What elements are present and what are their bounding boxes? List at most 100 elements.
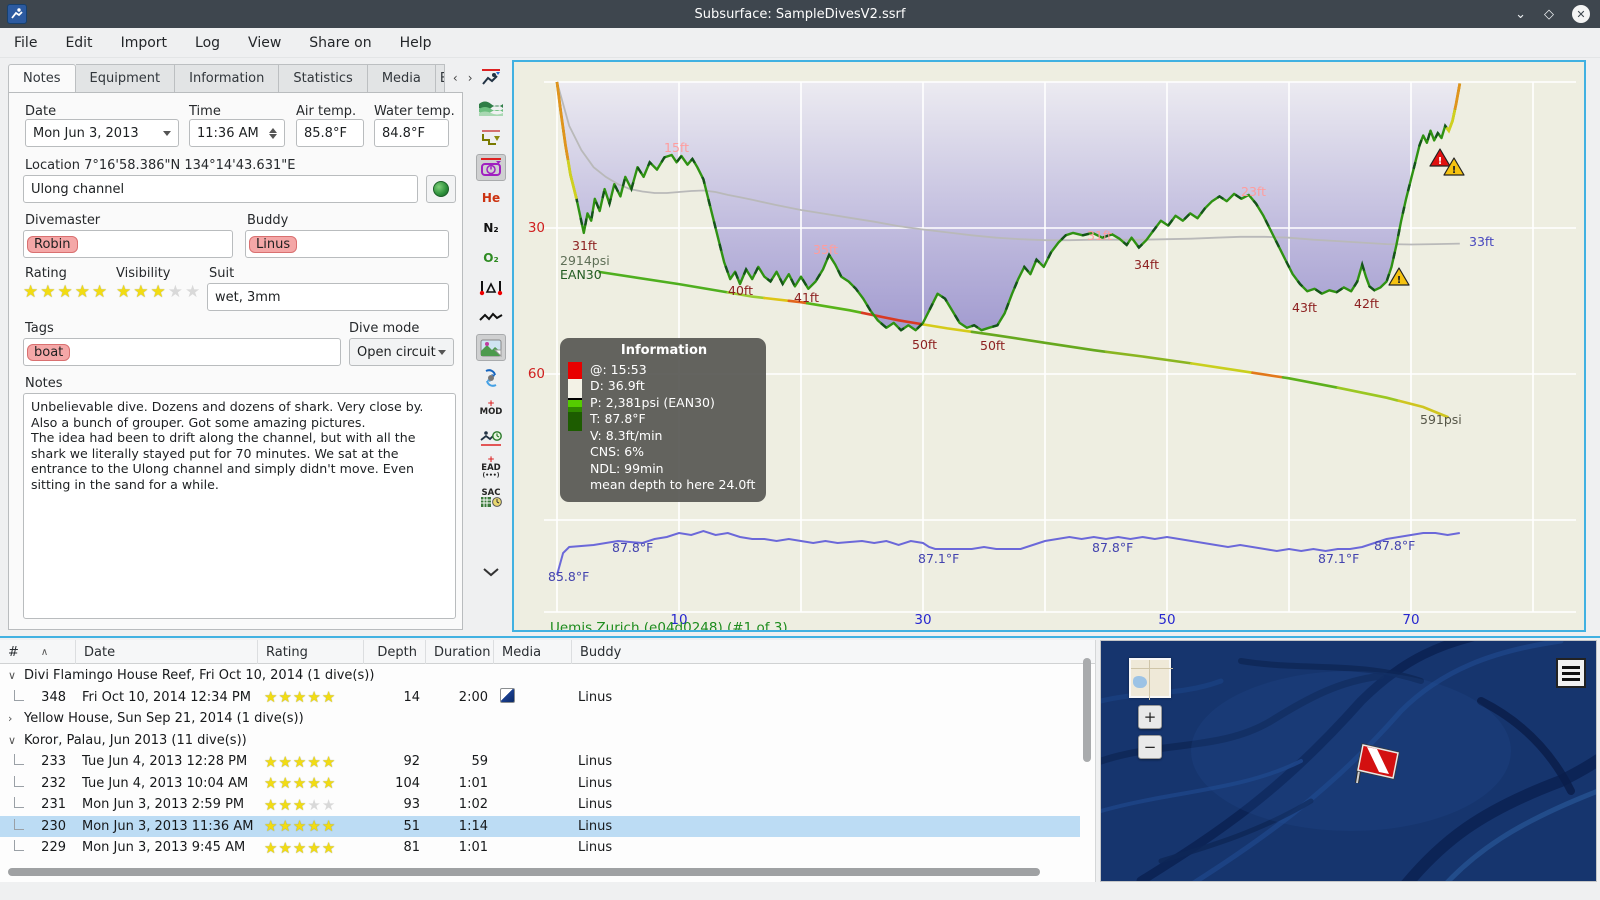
dive-list: # ∧ Date Rating Depth Duration Media Budd… (0, 640, 1096, 882)
helium-button[interactable]: He (476, 184, 506, 211)
splitter[interactable] (0, 636, 1600, 638)
photos-button[interactable] (476, 334, 506, 361)
tab-scroll-left-icon[interactable]: ‹ (453, 71, 458, 85)
time-spinner-icon[interactable] (269, 127, 277, 139)
map-zoom-out-button[interactable]: − (1138, 735, 1162, 759)
tag-boat[interactable]: boat (27, 343, 71, 361)
dive-buddy: Linus (578, 775, 613, 791)
rating-stars[interactable]: ★★★★★ (23, 282, 109, 302)
menu-file[interactable]: File (0, 31, 51, 55)
nitrogen-button[interactable]: N₂ (476, 214, 506, 241)
col-header-date[interactable]: Date (76, 640, 258, 664)
dive-depth: 51 (403, 818, 420, 834)
dive-row[interactable]: 232 Tue Jun 4, 2013 10:04 AM ★★★★★ 104 1:01 L… (0, 773, 1080, 795)
watertemp-input[interactable]: 84.8°F (374, 119, 449, 147)
dive-list-vertical-scrollbar[interactable] (1083, 658, 1091, 762)
info-box-row: @: 15:53 (590, 361, 647, 377)
buddy-tag[interactable]: Linus (249, 235, 298, 253)
menu-share-on[interactable]: Share on (295, 31, 385, 55)
maximize-icon[interactable]: ◇ (1544, 7, 1554, 22)
toolbar-collapse-button[interactable] (476, 558, 506, 585)
col-header-depth[interactable]: Depth (364, 640, 426, 664)
tags-input[interactable]: boat (23, 338, 341, 366)
tab-notes[interactable]: Notes (8, 64, 76, 92)
ruler-button[interactable] (476, 274, 506, 301)
close-icon[interactable]: ✕ (1572, 5, 1590, 23)
airtemp-input[interactable]: 85.8°F (296, 119, 364, 147)
divemode-select[interactable]: Open circuit (349, 338, 454, 366)
expand-icon[interactable]: › (8, 712, 18, 725)
dive-number: 229 (41, 840, 66, 856)
dive-row-selected[interactable]: 230 Mon Jun 3, 2013 11:36 AM ★★★★★ 51 1:14 Li… (0, 815, 1080, 837)
trip-row[interactable]: ∨ Divi Flamingo House Reef, Fri Oct 10, 2… (0, 665, 1080, 687)
time-input[interactable]: 11:36 AM (189, 119, 285, 147)
menu-edit[interactable]: Edit (51, 31, 106, 55)
date-select[interactable]: Mon Jun 3, 2013 (25, 119, 179, 147)
col-header-number[interactable]: # ∧ (0, 640, 76, 664)
visibility-label: Visibility (116, 266, 171, 281)
col-header-buddy[interactable]: Buddy (572, 640, 1095, 664)
menu-log[interactable]: Log (181, 31, 234, 55)
menu-view[interactable]: View (234, 31, 295, 55)
map-menu-button[interactable] (1556, 658, 1586, 688)
map-zoom-in-button[interactable]: + (1138, 705, 1162, 729)
calculated-ceiling-button[interactable] (476, 124, 506, 151)
trip-label: Yellow House, Sun Sep 21, 2014 (1 dive(s… (24, 711, 304, 727)
notes-textarea[interactable]: Unbelievable dive. Dozens and dozens of … (23, 393, 456, 619)
dive-duration: 2:00 (458, 689, 488, 705)
heartrate-button[interactable] (476, 304, 506, 331)
trip-row[interactable]: ∨ Koror, Palau, Jun 2013 (11 dive(s)) (0, 730, 1080, 752)
ead-button[interactable]: + EAD (•••) (476, 454, 506, 481)
mod-button[interactable]: + MOD (476, 394, 506, 421)
tab-information[interactable]: Information (175, 64, 280, 92)
dive-row[interactable]: 348 Fri Oct 10, 2014 12:34 PM ★★★★★ 14 2:00 L… (0, 687, 1080, 709)
suit-input[interactable]: wet, 3mm (207, 283, 449, 311)
visibility-stars[interactable]: ★★★★★ (116, 282, 202, 302)
dive-depth: 104 (395, 775, 420, 791)
dive-date: Mon Jun 3, 2013 2:59 PM (82, 797, 245, 813)
location-globe-button[interactable] (426, 175, 456, 203)
dive-row[interactable]: 231 Mon Jun 3, 2013 2:59 PM ★★★★★ 93 1:02 Lin… (0, 794, 1080, 816)
tab-media[interactable]: Media (367, 64, 436, 92)
notes-tab-content: Date Time Air temp. Water temp. Mon Jun … (8, 92, 463, 630)
dive-row[interactable]: 229 Mon Jun 3, 2013 9:45 AM ★★★★★ 81 1:01 Lin… (0, 837, 1080, 859)
col-header-duration[interactable]: Duration (426, 640, 494, 664)
tab-extra-info[interactable]: E (435, 64, 445, 92)
dc-reported-ceiling-button[interactable] (476, 424, 506, 451)
collapse-icon[interactable]: ∨ (8, 734, 18, 747)
location-input[interactable]: Ulong channel (23, 175, 418, 203)
tts-ceiling-button[interactable] (476, 154, 506, 181)
col-header-media[interactable]: Media (494, 640, 572, 664)
collapse-icon[interactable]: ∨ (8, 669, 18, 682)
dive-depth: 92 (403, 754, 420, 770)
minimize-icon[interactable]: ⌄ (1515, 7, 1526, 22)
media-photo-icon[interactable] (500, 687, 515, 703)
dive-site-map[interactable]: + − (1100, 640, 1597, 882)
dive-row[interactable]: 233 Tue Jun 4, 2013 12:28 PM ★★★★★ 92 59 Linu… (0, 751, 1080, 773)
waves-button[interactable] (476, 94, 506, 121)
sac-button[interactable]: SAC (476, 484, 506, 511)
dive-list-horizontal-scrollbar[interactable] (8, 868, 1040, 876)
oxygen-button[interactable]: O₂ (476, 244, 506, 271)
dive-rating-stars: ★★★★★ (264, 774, 337, 793)
dive-rating-stars: ★★★★★ (264, 795, 337, 814)
svg-text:87.8°F: 87.8°F (612, 540, 653, 555)
dive-profile-chart[interactable]: 10 30 50 70 30 60 15ft 31ft 2914psi EAN30 40ft 41ft… (512, 60, 1586, 632)
divemaster-tag[interactable]: Robin (27, 235, 78, 253)
buddy-input[interactable]: Linus (245, 230, 449, 258)
menu-import[interactable]: Import (107, 31, 181, 55)
svg-text:31ft: 31ft (1087, 228, 1112, 243)
gas-switch-button[interactable] (476, 364, 506, 391)
trip-row[interactable]: › Yellow House, Sun Sep 21, 2014 (1 dive(… (0, 708, 1080, 730)
tab-equipment[interactable]: Equipment (75, 64, 176, 92)
dc-ceiling-button[interactable] (476, 64, 506, 91)
dive-depth: 81 (403, 840, 420, 856)
dive-duration: 59 (471, 754, 488, 770)
svg-text:!: ! (1397, 275, 1402, 286)
menu-help[interactable]: Help (386, 31, 446, 55)
tab-statistics[interactable]: Statistics (279, 64, 368, 92)
dive-list-header: # ∧ Date Rating Depth Duration Media Budd… (0, 640, 1095, 664)
profile-info-box: Information @: 15:53 D: 36.9ft P: 2,381psi… (560, 338, 766, 502)
divemaster-input[interactable]: Robin (23, 230, 233, 258)
col-header-rating[interactable]: Rating (258, 640, 364, 664)
